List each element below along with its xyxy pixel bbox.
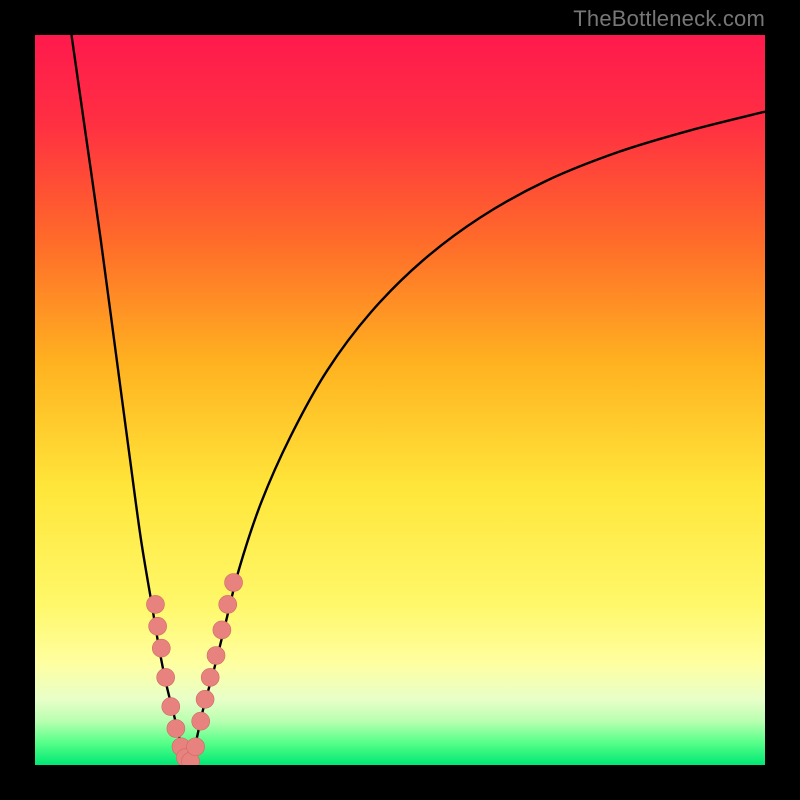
data-marker bbox=[187, 738, 205, 756]
data-marker bbox=[225, 574, 243, 592]
data-marker bbox=[167, 720, 185, 738]
data-marker bbox=[149, 617, 167, 635]
data-marker bbox=[162, 698, 180, 716]
chart-overlay bbox=[35, 35, 765, 765]
curve-left-branch bbox=[72, 35, 189, 765]
plot-area bbox=[35, 35, 765, 765]
watermark-text: TheBottleneck.com bbox=[573, 6, 765, 32]
data-marker bbox=[152, 639, 170, 657]
data-marker bbox=[207, 647, 225, 665]
data-marker bbox=[157, 668, 175, 686]
data-marker bbox=[192, 712, 210, 730]
data-marker bbox=[213, 621, 231, 639]
curve-right-branch bbox=[188, 112, 765, 765]
chart-frame: { "watermark": "TheBottleneck.com", "col… bbox=[0, 0, 800, 800]
data-marker bbox=[219, 595, 237, 613]
data-marker bbox=[201, 668, 219, 686]
data-marker bbox=[146, 595, 164, 613]
marker-group bbox=[146, 574, 242, 766]
data-marker bbox=[196, 690, 214, 708]
